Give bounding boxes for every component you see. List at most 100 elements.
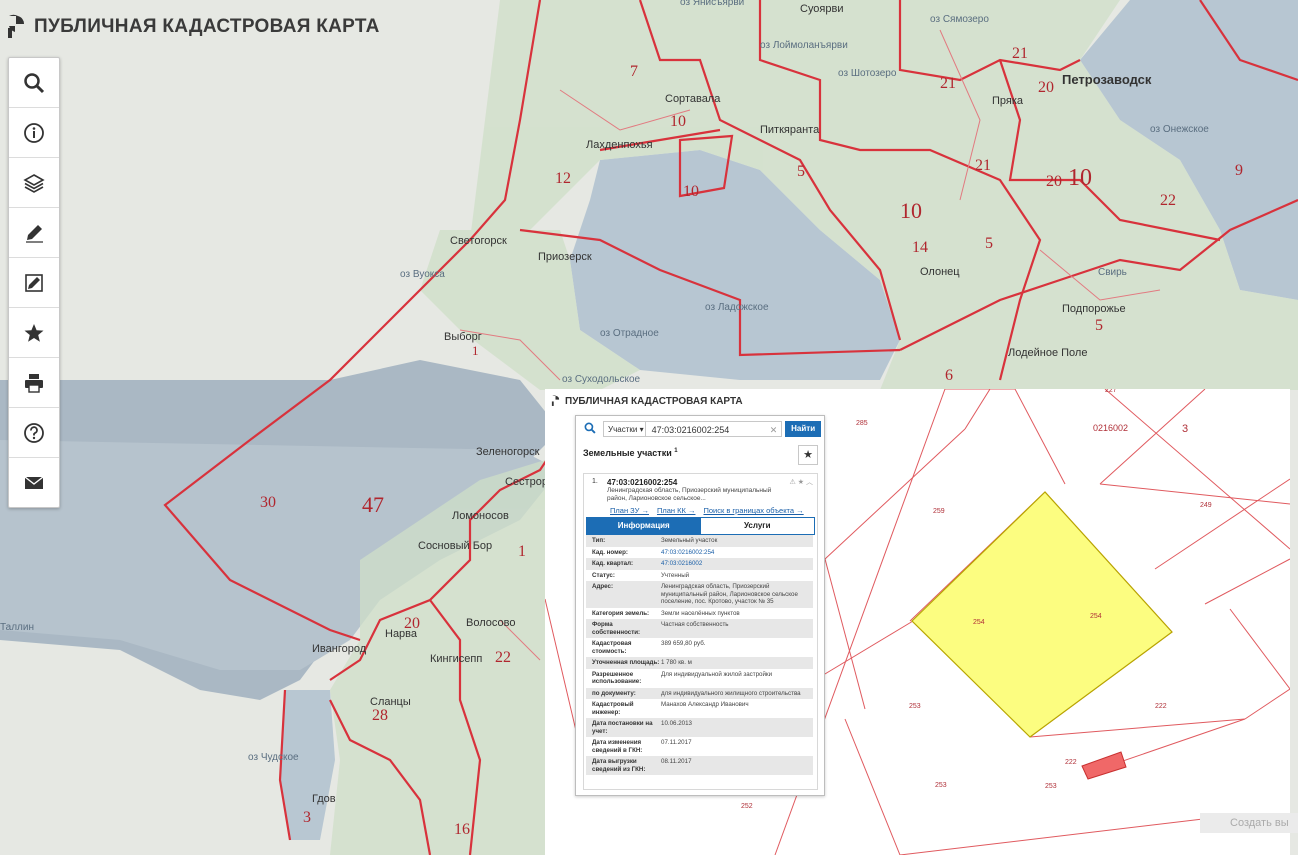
search-button[interactable] (9, 58, 59, 108)
city-label: Подпорожье (1062, 303, 1126, 315)
parcel-label: 285 (856, 420, 868, 427)
parcel-label: 249 (1200, 502, 1212, 509)
plan-zu-link[interactable]: План ЗУ → (610, 506, 649, 515)
result-actions-icons[interactable]: ⚠ ★ ︿ (790, 477, 813, 487)
property-value: Учтенный (661, 571, 690, 579)
property-key: по документу: (592, 689, 636, 697)
draw-button[interactable] (9, 208, 59, 258)
section-title-text: Земельные участки (583, 448, 672, 458)
search-input[interactable]: 47:03:0216002:254 ✕ (645, 421, 783, 438)
water-label: оз Чудское (248, 752, 299, 763)
tab-services[interactable]: Услуги (700, 518, 814, 534)
parcel-label: 222 (1155, 703, 1167, 710)
property-row: Категория земель: Земли населённых пункто… (586, 608, 813, 620)
region-number: 10 (900, 198, 922, 223)
app-title: ПУБЛИЧНАЯ КАДАСТРОВАЯ КАРТА (34, 16, 380, 37)
water-label: оз Онежское (1150, 124, 1209, 135)
property-key: Дата изменения сведений в ГКН: (592, 739, 643, 754)
water-label: оз Шотозеро (838, 68, 897, 79)
water-label: оз Вуокса (400, 269, 445, 280)
property-key: Категория земель: (592, 609, 650, 617)
property-value[interactable]: 47:03:0216002:254 (661, 549, 813, 557)
quarter-label: 3 (1182, 423, 1188, 435)
city-label: Ивангород (312, 643, 367, 655)
water-label: оз Лоймоланъярви (760, 40, 848, 51)
property-key: Тип: (592, 537, 606, 544)
find-button[interactable]: Найти (785, 421, 821, 437)
plan-kk-link[interactable]: План КК → (657, 506, 696, 515)
property-row: Адрес: Ленинградская область, Приозерский… (586, 581, 813, 608)
city-label: Сосновый Бор (418, 540, 492, 552)
region-number: 14 (912, 239, 928, 256)
clear-icon[interactable]: ✕ (770, 422, 778, 438)
city-label: Гдов (312, 793, 336, 805)
property-key: Форма собственности: (592, 621, 641, 636)
search-bar: Участки ▾ 47:03:0216002:254 ✕ Найти (581, 419, 821, 439)
property-row: Статус: Учтенный (586, 570, 813, 582)
property-row: Дата выгрузки сведений из ГКН: 08.11.2017 (586, 756, 813, 775)
result-card: 1. 47:03:0216002:254 ⚠ ★ ︿ Ленинградская… (583, 473, 818, 790)
region-number: 5 (797, 163, 805, 180)
star-icon (24, 323, 44, 342)
create-button[interactable]: Создать вы (1200, 813, 1298, 833)
tab-info[interactable]: Информация (587, 518, 701, 534)
region-number: 22 (495, 649, 511, 666)
city-label: Нарва (385, 628, 418, 640)
region-number: 22 (1160, 192, 1176, 209)
search-icon[interactable] (584, 422, 596, 434)
city-label: Лахденпохья (586, 139, 653, 151)
search-in-bounds-link[interactable]: Поиск в границах объекта → (703, 506, 803, 515)
map-toolbar (8, 57, 60, 508)
parcel-label: 227 (1105, 389, 1117, 394)
parcel-label: 254 (1090, 613, 1102, 620)
inset-header: ПУБЛИЧНАЯ КАДАСТРОВАЯ КАРТА (551, 395, 743, 407)
object-type-select[interactable]: Участки ▾ (603, 421, 646, 437)
layers-button[interactable] (9, 158, 59, 208)
property-key: Статус: (592, 571, 615, 579)
print-button[interactable] (9, 358, 59, 408)
favorites-button[interactable] (9, 308, 59, 358)
property-key: Кад. номер: (592, 548, 628, 556)
measure-button[interactable] (9, 258, 59, 308)
region-number: 7 (630, 63, 638, 80)
city-label: Приозерск (538, 251, 592, 263)
property-row: Кад. номер: 47:03:0216002:254 (586, 547, 813, 559)
city-label: Суоярви (800, 3, 844, 15)
property-row: Кадастровая стоимость: 389 659,80 руб. (586, 638, 813, 657)
logo-icon (551, 395, 560, 406)
property-key: Кадастровая стоимость: (592, 640, 632, 655)
property-value[interactable]: 47:03:0216002 (661, 560, 813, 568)
info-button[interactable] (9, 108, 59, 158)
mail-button[interactable] (9, 458, 59, 507)
water-label: Свирь (1098, 267, 1127, 278)
city-label: Ломоносов (452, 510, 509, 522)
property-value: 1 780 кв. м (661, 659, 692, 666)
city-label: Пряка (992, 95, 1024, 107)
property-row: Кадастровый инженер: Манахов Александр Ив… (586, 699, 813, 718)
city-label: Олонец (920, 266, 960, 278)
parcel-label: 259 (933, 508, 945, 515)
property-key: Кад. квартал: (592, 560, 634, 567)
property-row: Уточненная площадь: 1 780 кв. м (586, 657, 813, 669)
city-label: Кингисепп (430, 653, 482, 665)
region-number: 12 (555, 170, 571, 187)
city-label: Лодейное Поле (1008, 347, 1087, 359)
result-cad-number[interactable]: 47:03:0216002:254 (607, 478, 677, 487)
region-number: 21 (1012, 45, 1028, 62)
help-button[interactable] (9, 408, 59, 458)
property-row: по документу: для индивидуального жилищно… (586, 687, 813, 699)
parcel-label: 253 (909, 703, 921, 710)
region-number: 1 (472, 343, 479, 358)
help-icon (24, 422, 44, 443)
property-value: Для индивидуальной жилой застройки (661, 670, 773, 678)
result-number: 1. (592, 478, 598, 485)
property-value: Земли населённых пунктов (661, 609, 740, 617)
search-icon (24, 72, 45, 93)
property-key: Адрес: (592, 583, 614, 590)
property-value: для индивидуального жилищного строительс… (661, 689, 801, 697)
star-icon: ★ (803, 449, 813, 461)
property-row: Форма собственности: Частная собственност… (586, 619, 813, 638)
favorite-button[interactable]: ★ (798, 445, 818, 465)
search-value: 47:03:0216002:254 (651, 425, 730, 435)
region-number: 21 (940, 75, 956, 92)
